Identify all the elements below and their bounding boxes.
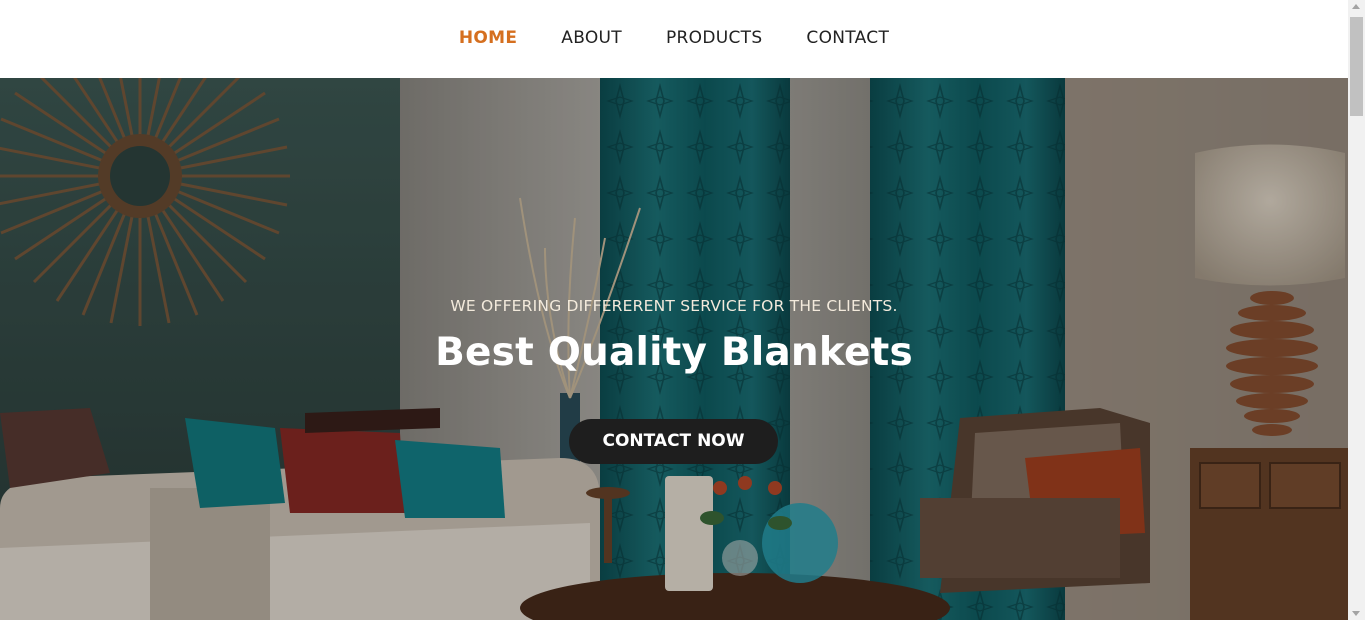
nav-item-home[interactable]: HOME xyxy=(437,28,539,48)
nav-item-products[interactable]: PRODUCTS xyxy=(644,28,784,48)
scroll-up-arrow-icon[interactable] xyxy=(1352,4,1360,9)
contact-now-button[interactable]: CONTACT NOW xyxy=(569,419,778,464)
hero-title: Best Quality Blankets xyxy=(435,330,913,375)
scroll-down-arrow-icon[interactable] xyxy=(1352,611,1360,616)
scroll-thumb[interactable] xyxy=(1350,17,1363,116)
nav-menu: HOME ABOUT PRODUCTS CONTACT xyxy=(437,28,911,48)
page: HOME ABOUT PRODUCTS CONTACT WE OFFERING … xyxy=(0,0,1348,620)
nav-item-contact[interactable]: CONTACT xyxy=(784,28,911,48)
main-navbar: HOME ABOUT PRODUCTS CONTACT xyxy=(0,0,1348,78)
hero-banner: WE OFFERING DIFFERERENT SERVICE FOR THE … xyxy=(0,78,1348,620)
nav-item-about[interactable]: ABOUT xyxy=(539,28,644,48)
hero-content: WE OFFERING DIFFERERENT SERVICE FOR THE … xyxy=(0,78,1348,620)
hero-kicker-text: WE OFFERING DIFFERERENT SERVICE FOR THE … xyxy=(450,297,898,315)
page-scrollbar[interactable] xyxy=(1348,0,1365,620)
